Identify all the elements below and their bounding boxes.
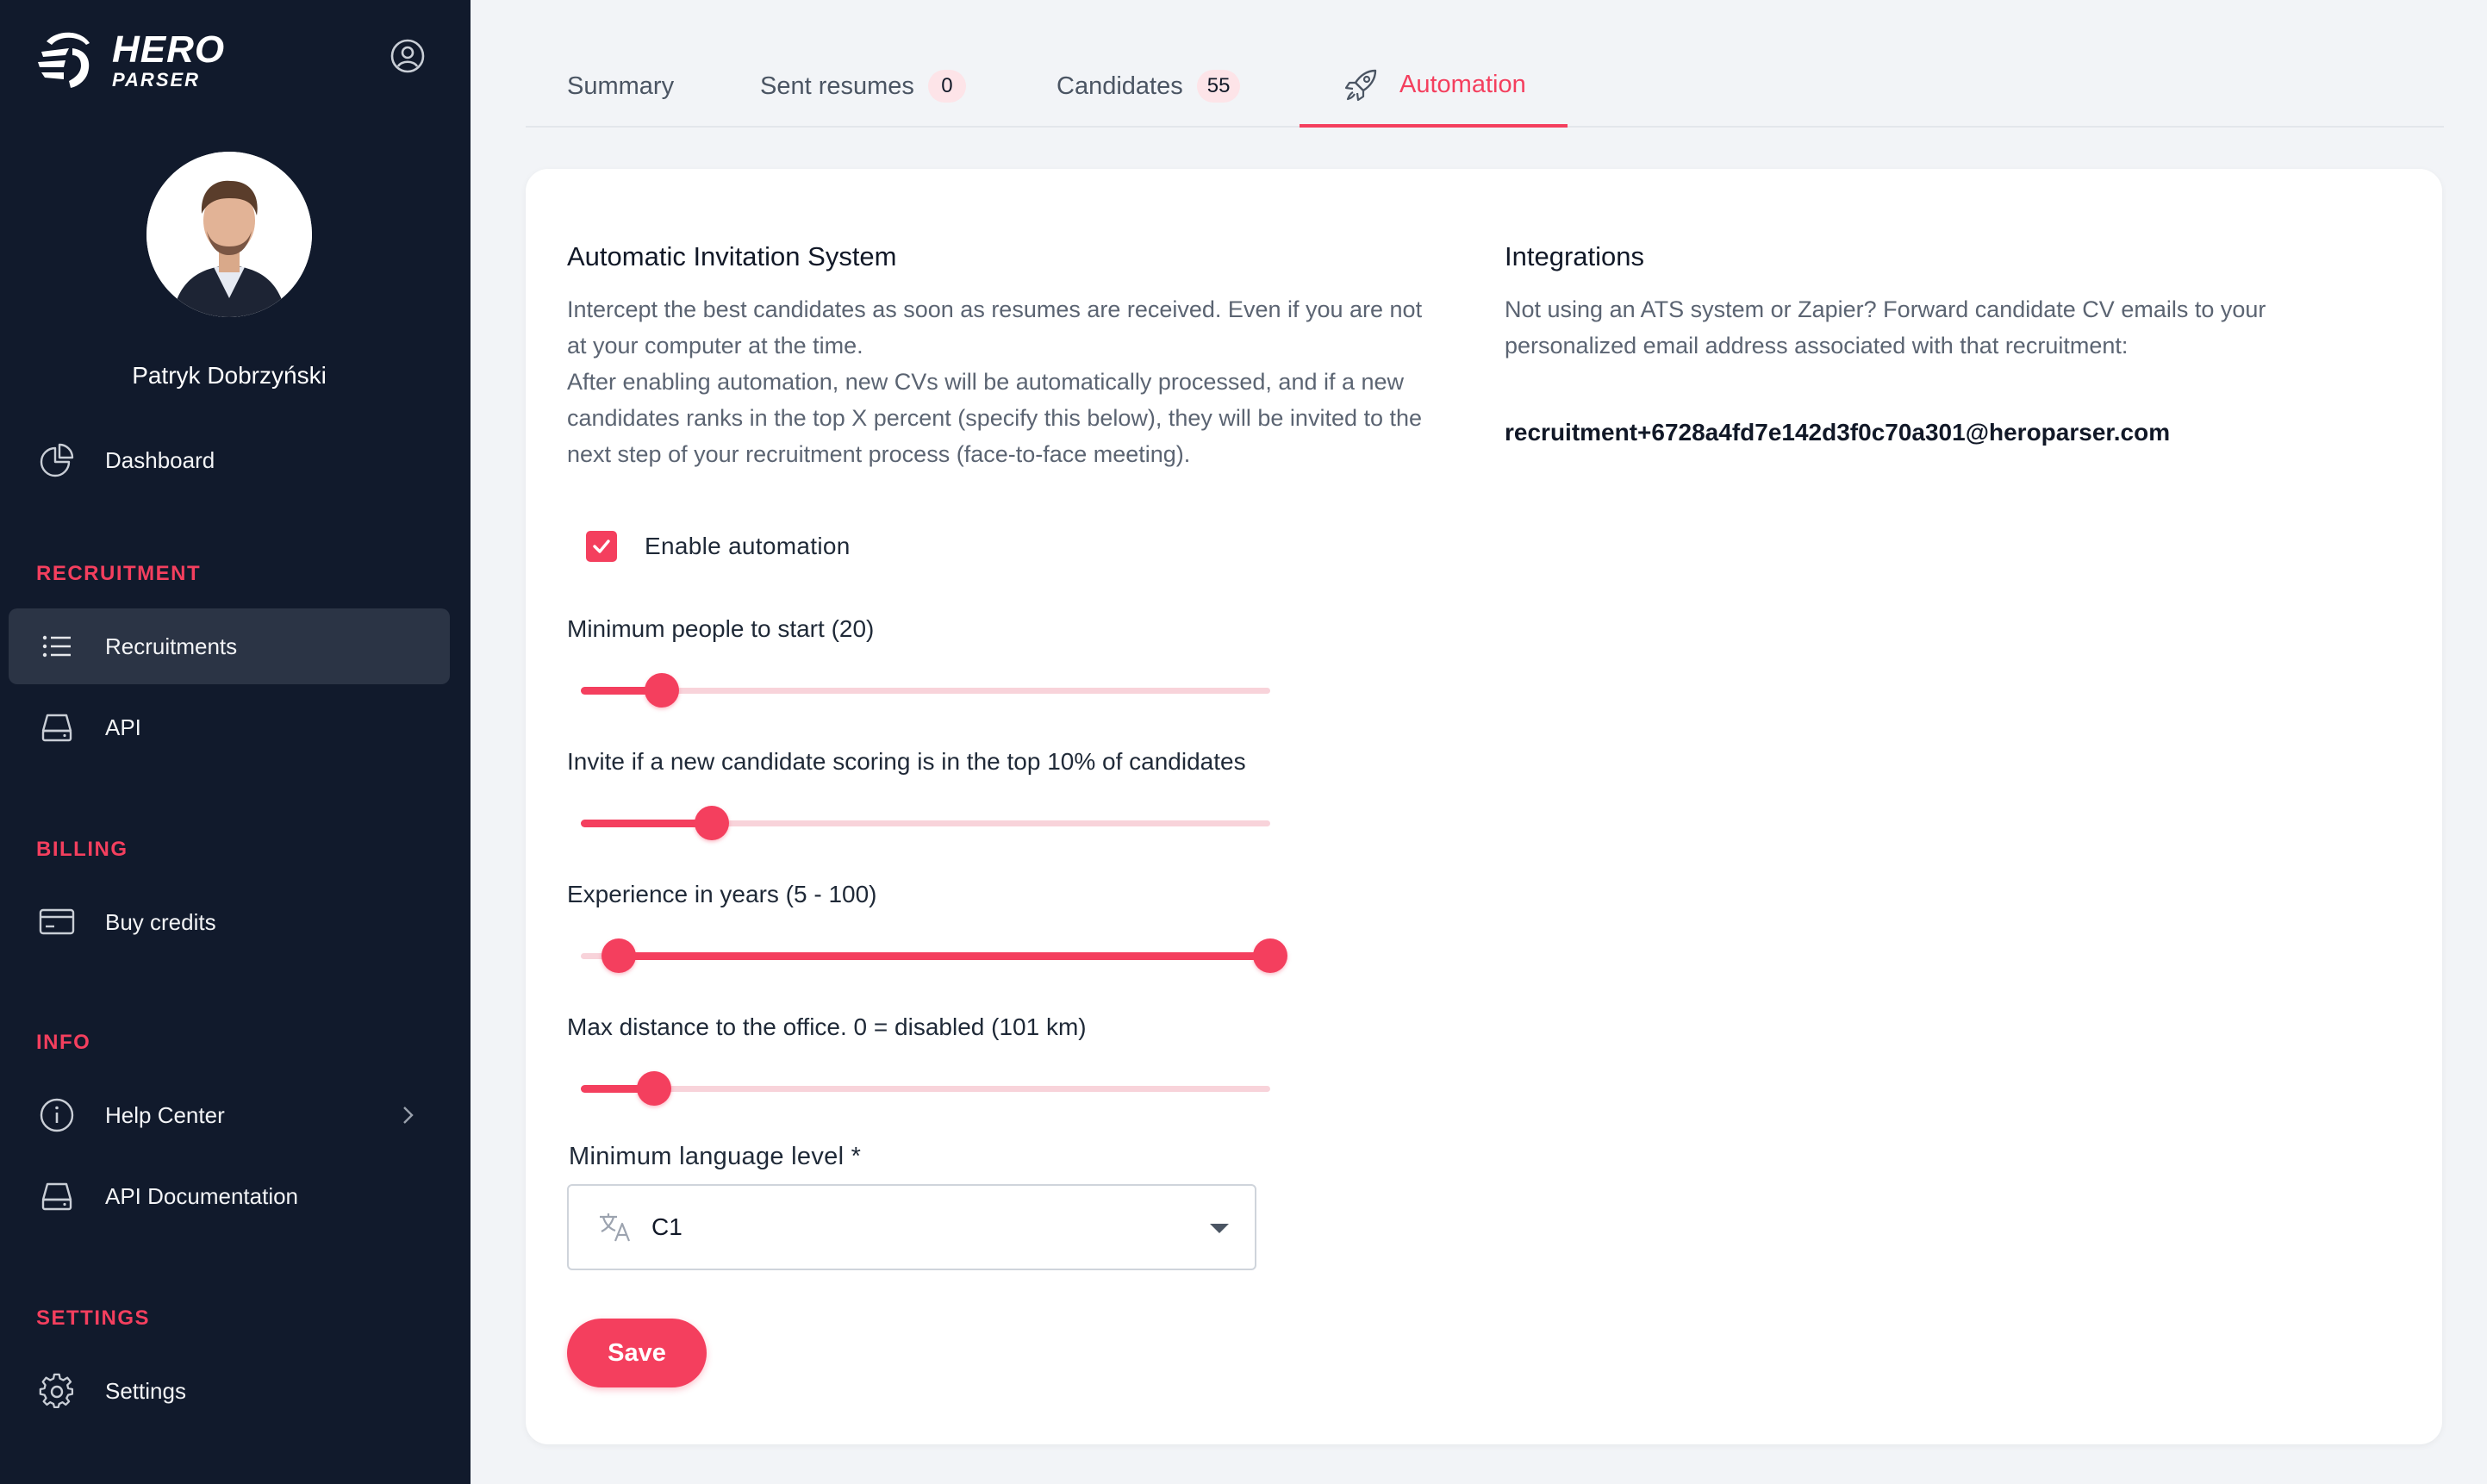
description-line: next step of your recruitment process (f… [567,441,1191,467]
description-line: After enabling automation, new CVs will … [567,369,1405,395]
account-circle-icon[interactable] [390,38,426,74]
automation-card: Automatic Invitation System Intercept th… [526,169,2442,1444]
slider-label-top-percent: Invite if a new candidate scoring is in … [567,748,1246,775]
sidebar-item-settings[interactable]: Settings [9,1353,450,1429]
slider-thumb[interactable] [645,673,680,708]
sidebar-item-label: API [105,714,141,740]
language-level-value: C1 [651,1213,683,1240]
count-badge: 55 [1196,70,1241,103]
description-line: Intercept the best candidates as soon as… [567,296,1423,322]
language-level-select[interactable]: C1 [567,1184,1256,1270]
list-icon [42,635,71,658]
tab-label: Automation [1399,70,1526,98]
slider-rail [581,688,1270,694]
tab-label: Candidates [1057,72,1183,100]
slider-rail [581,1086,1270,1092]
sidebar-item-dashboard[interactable]: Dashboard [9,422,450,498]
server-icon [41,1182,72,1211]
slider-track [619,952,1270,960]
tab-automation[interactable]: Automation [1300,45,1568,128]
tab-summary[interactable]: Summary [567,45,674,128]
slider-experience-range[interactable] [581,934,1287,977]
description-line: at your computer at the time. [567,333,863,359]
info-icon [40,1098,74,1132]
description-line: Not using an ATS system or Zapier? Forwa… [1505,296,2266,322]
slider-label-experience: Experience in years (5 - 100) [567,881,877,907]
avatar [146,152,312,317]
sidebar-item-help-center[interactable]: Help Center [9,1077,450,1153]
check-icon [593,539,610,553]
brand-name: HERO [112,28,226,71]
enable-automation-checkbox[interactable]: Enable automation [586,531,851,562]
integrations-description: Not using an ATS system or Zapier? Forwa… [1505,291,2401,364]
translate-icon [600,1213,631,1242]
description-line: personalized email address associated wi… [1505,333,2129,359]
checkbox-checked[interactable] [586,531,617,562]
sidebar: HERO PARSER Patryk Dobrzyński Dashboard … [0,0,471,1484]
sidebar-item-label: Dashboard [105,446,215,473]
sidebar-item-label: Settings [105,1377,186,1404]
automation-description: Intercept the best candidates as soon as… [567,291,1480,472]
caret-down-icon [1210,1224,1229,1233]
description-line: candidates ranks in the top X percent (s… [567,405,1423,431]
sidebar-item-label: Help Center [105,1101,225,1128]
slider-thumb[interactable] [636,1071,671,1106]
gear-icon [39,1373,74,1408]
hero-logo-icon [38,32,90,88]
sidebar-item-label: Buy credits [105,908,216,935]
save-button[interactable]: Save [567,1319,707,1387]
slider-label-max-distance: Max distance to the office. 0 = disabled… [567,1013,1087,1040]
slider-thumb-min[interactable] [601,938,636,973]
section-info: INFO [36,1031,91,1054]
sidebar-item-recruitments[interactable]: Recruitments [9,608,450,684]
tab-candidates[interactable]: Candidates 55 [1057,45,1241,128]
sidebar-item-buy-credits[interactable]: Buy credits [9,884,450,960]
user-name: Patryk Dobrzyński [132,362,327,389]
integrations-title: Integrations [1505,241,1644,271]
pie-chart-icon [40,443,74,477]
brand-logo[interactable]: HERO PARSER [34,26,225,95]
section-recruitment: RECRUITMENT [36,562,202,585]
slider-top-percent[interactable] [581,801,1270,845]
slider-thumb[interactable] [695,806,729,840]
tab-label: Summary [567,72,675,100]
tab-bar: Summary Sent resumes 0 Candidates 55 Aut… [526,45,2444,128]
integration-email[interactable]: recruitment+6728a4fd7e142d3f0c70a301@her… [1505,419,2170,446]
tab-label: Sent resumes [760,72,914,100]
section-billing: BILLING [36,838,128,861]
section-settings: SETTINGS [36,1306,151,1330]
checkbox-label: Enable automation [645,533,851,559]
language-level-label: Minimum language level * [569,1143,862,1170]
server-icon [41,714,72,742]
automation-title: Automatic Invitation System [567,241,897,271]
user-photo [146,152,312,317]
slider-thumb-max[interactable] [1253,938,1287,973]
tab-sent-resumes[interactable]: Sent resumes 0 [760,45,966,128]
slider-track [581,820,712,827]
count-badge: 0 [927,70,966,103]
sidebar-item-api-documentation[interactable]: API Documentation [9,1158,450,1234]
slider-label-min-people: Minimum people to start (20) [567,615,875,642]
chevron-right-icon [403,1107,414,1124]
sidebar-item-label: API Documentation [105,1182,299,1209]
sidebar-item-label: Recruitments [105,633,238,659]
brand-subname: PARSER [112,69,201,90]
rocket-icon [1344,69,1377,102]
sidebar-item-api[interactable]: API [9,689,450,765]
slider-max-distance[interactable] [581,1067,1270,1110]
credit-card-icon [39,908,75,935]
slider-min-people[interactable] [581,669,1270,712]
